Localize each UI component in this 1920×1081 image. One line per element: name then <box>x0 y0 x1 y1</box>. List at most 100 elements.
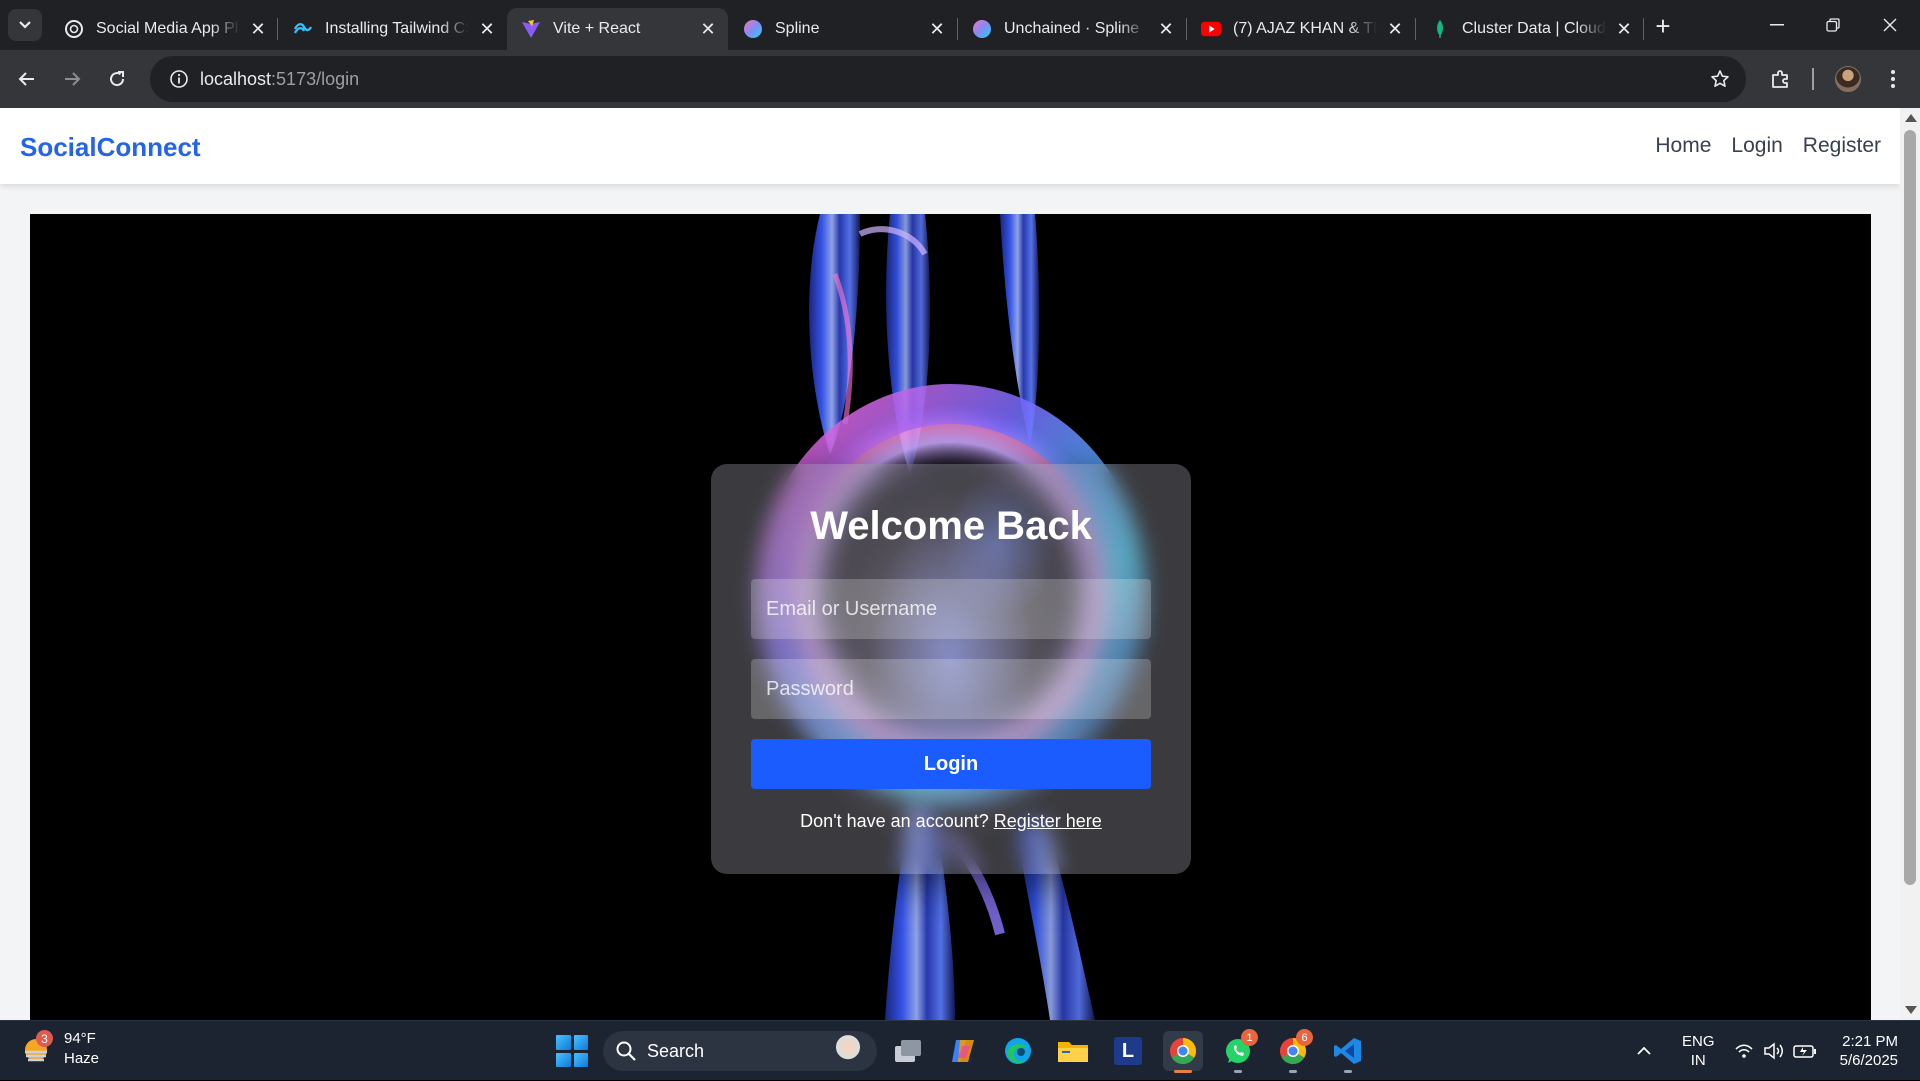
avatar <box>1835 66 1861 92</box>
register-prompt-text: Don't have an account? <box>800 811 989 831</box>
mongodb-icon <box>1430 19 1450 39</box>
spline-scene[interactable]: Welcome Back Email or Username Password … <box>30 214 1871 1020</box>
tab-title: Spline <box>775 20 820 37</box>
more-vertical-icon <box>1891 70 1895 88</box>
browser-tab[interactable]: Cluster Data | Cloud ✕ <box>1416 8 1644 50</box>
tab-title: Unchained · Spline <box>1004 20 1140 37</box>
weather-widget[interactable]: 3 94°F Haze <box>20 1029 99 1069</box>
wifi-icon[interactable] <box>1734 1021 1754 1081</box>
nav-link-login[interactable]: Login <box>1731 134 1782 158</box>
login-button[interactable]: Login <box>751 739 1151 789</box>
scroll-up-icon[interactable] <box>1905 114 1917 122</box>
reload-button[interactable] <box>100 62 134 96</box>
task-view-icon[interactable] <box>888 1031 928 1071</box>
register-link[interactable]: Register here <box>994 811 1102 831</box>
windows-logo-tile <box>573 1052 588 1067</box>
new-tab-button[interactable]: + <box>1648 11 1678 41</box>
weather-sun-icon: 3 <box>20 1030 54 1066</box>
address-bar[interactable]: localhost:5173/login <box>150 56 1746 102</box>
close-window-button[interactable] <box>1862 0 1918 50</box>
page-viewport: SocialConnect Home Login Register Welcom… <box>0 108 1920 1020</box>
vscode-icon[interactable] <box>1328 1031 1368 1073</box>
browser-tab-active[interactable]: Vite + React ✕ <box>507 8 728 50</box>
browser-tab[interactable]: Spline ✕ <box>729 8 957 50</box>
app-indicator <box>1234 1070 1242 1073</box>
file-explorer-icon[interactable] <box>1053 1031 1093 1071</box>
scroll-thumb[interactable] <box>1904 130 1916 885</box>
browser-tab[interactable]: (7) AJAZ KHAN & TH ✕ <box>1187 8 1415 50</box>
tab-title: Cluster Data | Cloud <box>1462 20 1606 37</box>
close-icon[interactable]: ✕ <box>1156 19 1176 39</box>
login-card: Welcome Back Email or Username Password … <box>711 464 1191 874</box>
restore-icon <box>1826 18 1840 32</box>
close-icon[interactable]: ✕ <box>698 19 718 39</box>
tab-title: (7) AJAZ KHAN & TH <box>1233 20 1377 37</box>
email-field[interactable]: Email or Username <box>751 579 1151 639</box>
restore-button[interactable] <box>1805 0 1861 50</box>
back-button[interactable] <box>10 62 44 96</box>
nav-links: Home Login Register <box>1655 134 1881 158</box>
weather-temp: 94°F <box>64 1030 96 1047</box>
app-indicator <box>1174 1070 1192 1073</box>
page-scrollbar[interactable] <box>1900 108 1920 1020</box>
brand-logo[interactable]: SocialConnect <box>20 132 201 163</box>
app-indicator <box>1289 1070 1297 1073</box>
chevron-up-icon <box>1637 1046 1651 1055</box>
language-indicator[interactable]: ENG IN <box>1682 1032 1715 1070</box>
windows-logo-tile <box>573 1035 588 1050</box>
chrome-menu-button[interactable] <box>1876 62 1910 96</box>
clock-time: 2:21 PM <box>1842 1033 1898 1050</box>
language-line-2: IN <box>1690 1052 1706 1069</box>
weather-text: 94°F Haze <box>64 1029 99 1069</box>
tab-search-button[interactable] <box>8 9 42 41</box>
page-title: Welcome Back <box>810 504 1092 548</box>
notification-badge: 6 <box>1296 1029 1313 1046</box>
system-clock[interactable]: 2:21 PM 5/6/2025 <box>1830 1032 1898 1070</box>
browser-tab[interactable]: Social Media App Pla ✕ <box>50 8 278 50</box>
nav-link-home[interactable]: Home <box>1655 134 1711 158</box>
scroll-down-icon[interactable] <box>1905 1006 1917 1014</box>
l-app-letter: L <box>1114 1037 1142 1065</box>
weather-badge: 3 <box>36 1030 53 1047</box>
chrome-icon[interactable] <box>1163 1031 1203 1073</box>
minimize-button[interactable] <box>1749 0 1805 50</box>
close-icon[interactable]: ✕ <box>248 19 268 39</box>
extensions-button[interactable] <box>1764 62 1798 96</box>
site-info-icon[interactable] <box>158 56 200 102</box>
nav-link-register[interactable]: Register <box>1803 134 1881 158</box>
arrow-right-icon <box>65 72 81 86</box>
spline-icon <box>972 19 992 39</box>
volume-icon[interactable] <box>1763 1021 1785 1081</box>
bookmark-star-icon[interactable] <box>1708 67 1732 91</box>
windows-logo-tile <box>556 1052 571 1067</box>
chatgpt-icon <box>64 19 84 39</box>
whatsapp-icon[interactable]: 1 <box>1218 1029 1258 1073</box>
search-highlight-image <box>831 1035 865 1067</box>
language-line-1: ENG <box>1682 1033 1715 1050</box>
battery-icon[interactable] <box>1793 1021 1817 1081</box>
close-icon[interactable]: ✕ <box>1385 19 1405 39</box>
l-app-icon[interactable]: L <box>1108 1031 1148 1071</box>
app-indicator <box>1344 1070 1352 1073</box>
tab-title: Social Media App Pla <box>96 20 240 37</box>
show-hidden-icons-button[interactable] <box>1636 1021 1652 1081</box>
profile-button[interactable] <box>1831 62 1865 96</box>
start-button[interactable] <box>556 1035 588 1067</box>
puzzle-icon <box>1772 70 1788 88</box>
tab-divider <box>1643 18 1644 40</box>
windows-taskbar: 3 94°F Haze Search L 1 6 ENG IN 2:21 PM … <box>0 1020 1920 1080</box>
taskbar-search[interactable]: Search <box>603 1031 877 1071</box>
browser-tab[interactable]: Installing Tailwind CS ✕ <box>279 8 507 50</box>
forward-button[interactable] <box>55 62 89 96</box>
close-icon[interactable]: ✕ <box>927 19 947 39</box>
close-icon[interactable]: ✕ <box>1614 19 1634 39</box>
password-field[interactable]: Password <box>751 659 1151 719</box>
close-icon[interactable]: ✕ <box>477 19 497 39</box>
edge-icon[interactable] <box>998 1031 1038 1071</box>
chevron-down-icon <box>19 21 31 29</box>
minimize-icon <box>1770 24 1784 26</box>
chrome-profile-icon[interactable]: 6 <box>1273 1029 1313 1073</box>
browser-tab[interactable]: Unchained · Spline ✕ <box>958 8 1186 50</box>
close-icon <box>1883 18 1897 32</box>
copilot-icon[interactable] <box>943 1031 983 1071</box>
